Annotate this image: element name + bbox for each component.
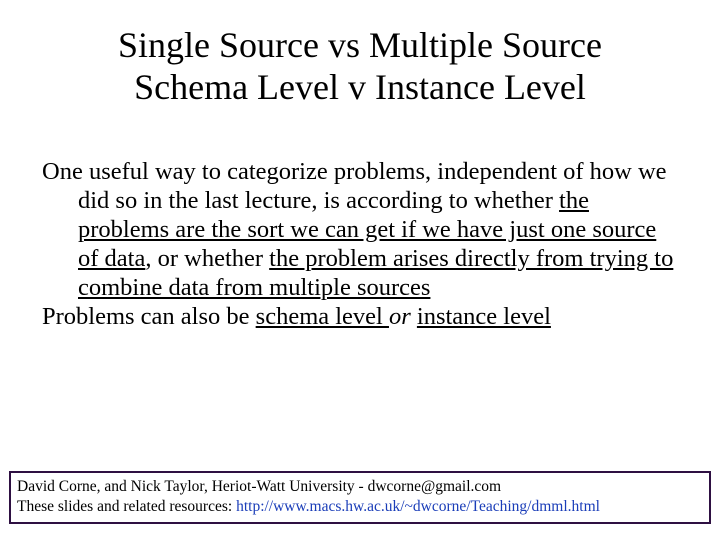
paragraph-2: Problems can also be schema level or ins… bbox=[42, 303, 678, 332]
p2-underline-1: schema level bbox=[256, 303, 389, 330]
title-line-2: Schema Level v Instance Level bbox=[134, 67, 586, 107]
slide-title: Single Source vs Multiple Source Schema … bbox=[0, 0, 720, 109]
slide-body: One useful way to categorize problems, i… bbox=[42, 158, 678, 331]
title-line-1: Single Source vs Multiple Source bbox=[118, 25, 602, 65]
footer-line-2: These slides and related resources: http… bbox=[17, 497, 703, 516]
paragraph-1: One useful way to categorize problems, i… bbox=[42, 158, 678, 303]
footer-line-1: David Corne, and Nick Taylor, Heriot-Wat… bbox=[17, 477, 703, 496]
footer-box: David Corne, and Nick Taylor, Heriot-Wat… bbox=[9, 471, 711, 524]
p2-text-a: Problems can also be bbox=[42, 303, 256, 330]
p2-underline-2: instance level bbox=[417, 303, 551, 330]
slide: Single Source vs Multiple Source Schema … bbox=[0, 0, 720, 540]
p1-text-b: , or whether bbox=[145, 245, 269, 272]
footer-line-2-text: These slides and related resources: bbox=[17, 498, 236, 515]
p2-text-b: or bbox=[389, 303, 417, 330]
footer-link[interactable]: http://www.macs.hw.ac.uk/~dwcorne/Teachi… bbox=[236, 498, 600, 515]
